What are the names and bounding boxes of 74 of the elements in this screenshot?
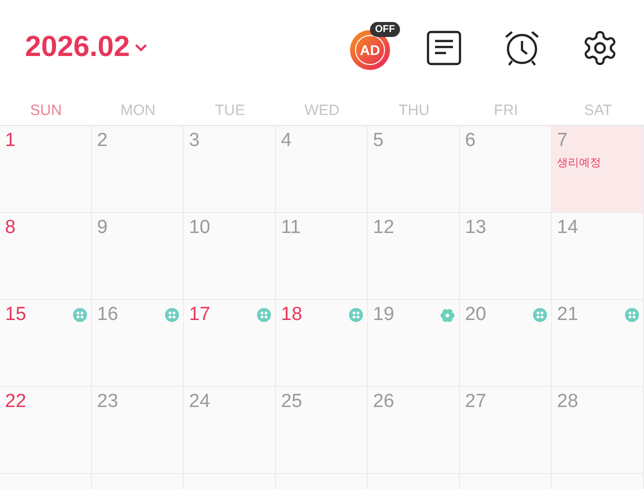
day-number: 26: [373, 391, 394, 413]
day-cell[interactable]: 2: [92, 126, 184, 213]
day-cell[interactable]: 5: [368, 126, 460, 213]
day-cell[interactable]: 13: [460, 213, 552, 300]
day-cell[interactable]: 25: [276, 387, 368, 474]
day-number: 13: [465, 217, 486, 239]
day-number: 6: [465, 130, 476, 152]
day-cell[interactable]: 15: [0, 300, 92, 387]
pill-icon: [349, 308, 363, 322]
day-number: 24: [189, 391, 210, 413]
weekday-label: SUN: [29, 102, 63, 118]
period-note: 생리예정: [557, 156, 601, 170]
day-number: 10: [189, 217, 210, 239]
day-cell[interactable]: 19: [368, 300, 460, 387]
day-number: 21: [557, 304, 578, 326]
day-cell[interactable]: 1: [0, 126, 92, 213]
day-cell[interactable]: 9: [92, 213, 184, 300]
day-cell[interactable]: 20: [460, 300, 552, 387]
pill-icon: [165, 308, 179, 322]
day-cell[interactable]: 3: [184, 126, 276, 213]
off-badge: OFF: [370, 22, 400, 36]
day-number: 2: [97, 130, 108, 152]
pill-icon: [625, 308, 639, 322]
day-number: 22: [5, 391, 26, 413]
day-cell[interactable]: 7 생리예정: [552, 126, 644, 213]
day-number: 11: [281, 217, 301, 239]
chevron-down-icon: [134, 42, 148, 52]
day-cell[interactable]: 8: [0, 213, 92, 300]
day-number: 12: [373, 217, 394, 239]
day-cell[interactable]: 28: [552, 387, 644, 474]
pill-icon: [257, 308, 271, 322]
day-number: 4: [281, 130, 292, 152]
day-number: 18: [281, 304, 302, 326]
day-cell[interactable]: 24: [184, 387, 276, 474]
weekday-label: SAT: [582, 102, 614, 118]
day-number: 1: [5, 130, 16, 152]
day-number: 7: [557, 130, 568, 152]
day-number: 19: [373, 304, 394, 326]
weekday-label: WED: [304, 102, 340, 118]
day-number: 15: [5, 304, 26, 326]
day-cell[interactable]: 17: [184, 300, 276, 387]
pill-icon: [73, 308, 87, 322]
month-selector[interactable]: 2026.02: [25, 31, 148, 64]
day-cell[interactable]: 11: [276, 213, 368, 300]
day-cell[interactable]: 14: [552, 213, 644, 300]
day-number: 14: [557, 217, 578, 239]
day-number: 23: [97, 391, 118, 413]
day-cell[interactable]: 22: [0, 387, 92, 474]
flower-icon: [440, 308, 455, 323]
weekday-label: THU: [398, 102, 430, 118]
day-cell[interactable]: 26: [368, 387, 460, 474]
weekday-label: TUE: [214, 102, 246, 118]
day-number: 5: [373, 130, 384, 152]
day-number: 17: [189, 304, 210, 326]
weekday-label: FRI: [492, 102, 520, 118]
day-cell[interactable]: 18: [276, 300, 368, 387]
day-number: 16: [97, 304, 118, 326]
day-cell[interactable]: 27: [460, 387, 552, 474]
day-number: 20: [465, 304, 486, 326]
day-cell[interactable]: 4: [276, 126, 368, 213]
day-cell[interactable]: 12: [368, 213, 460, 300]
day-number: 27: [465, 391, 486, 413]
day-number: 9: [97, 217, 108, 239]
day-cell[interactable]: 16: [92, 300, 184, 387]
day-number: 28: [557, 391, 578, 413]
day-number: 25: [281, 391, 302, 413]
weekday-label: MON: [120, 102, 156, 118]
day-number: 3: [189, 130, 200, 152]
day-number: 8: [5, 217, 16, 239]
day-cell[interactable]: 23: [92, 387, 184, 474]
day-cell[interactable]: 21: [552, 300, 644, 387]
day-cell[interactable]: 6: [460, 126, 552, 213]
day-cell[interactable]: 10: [184, 213, 276, 300]
pill-icon: [533, 308, 547, 322]
